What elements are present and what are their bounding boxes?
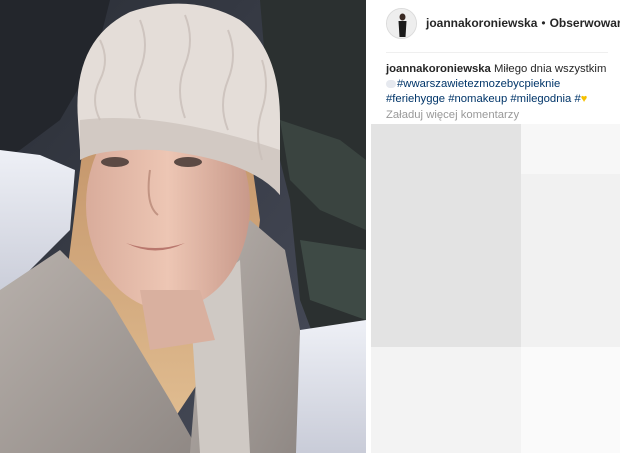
post-photo[interactable] <box>0 0 366 453</box>
caption-username[interactable]: joannakoroniewska <box>386 63 491 75</box>
caption-text: Miłego dnia wszystkim <box>493 63 607 75</box>
hashtag-link[interactable]: #wwarszawietezmozebycpieknie <box>397 78 560 90</box>
yellow-heart-icon: ♥ <box>580 93 588 105</box>
placeholder-block <box>521 174 620 347</box>
placeholder-block <box>521 124 620 174</box>
header-username[interactable]: joannakoroniewska <box>426 16 537 30</box>
header-text: joannakoroniewska • Obserwowar <box>426 16 620 30</box>
hashtag-link[interactable]: #nomakeup <box>448 93 507 105</box>
cloud-emoji-icon <box>386 80 396 88</box>
follow-button[interactable]: Obserwowar <box>550 16 620 30</box>
loading-placeholder <box>371 124 620 453</box>
hashtag-link[interactable]: #feriehygge <box>386 93 445 105</box>
instagram-post: joannakoroniewska • Obserwowar joannakoron… <box>0 0 620 453</box>
placeholder-block <box>521 347 620 453</box>
avatar-image <box>387 8 416 38</box>
avatar[interactable] <box>386 7 417 39</box>
placeholder-block <box>371 124 521 347</box>
header-separator: • <box>541 16 546 30</box>
header-divider <box>386 52 608 53</box>
post-header: joannakoroniewska • Obserwowar <box>366 0 620 46</box>
selfie-image <box>0 0 366 453</box>
placeholder-block <box>371 347 521 453</box>
load-more-comments-link[interactable]: Załaduj więcej komentarzy <box>386 109 519 121</box>
hashtag-link[interactable]: #milegodnia <box>510 93 571 105</box>
post-caption: joannakoroniewska Miłego dnia wszystkim … <box>386 62 620 107</box>
